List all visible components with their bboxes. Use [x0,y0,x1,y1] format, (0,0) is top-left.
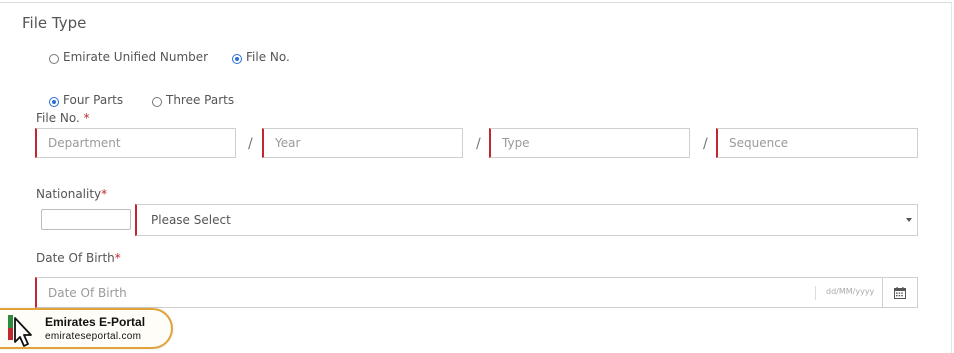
radio-button[interactable] [49,54,59,64]
required-mark: * [83,111,90,125]
watermark-title: Emirates E-Portal [45,315,146,329]
radio-file-no[interactable]: File No. [232,50,290,64]
type-input[interactable]: Type [489,128,690,158]
watermark-subtitle: emirateseportal.com [45,331,142,342]
radio-emirate-unified-number[interactable]: Emirate Unified Number [49,50,208,64]
separator: / [248,136,253,152]
file-no-label: File No. * [36,111,90,125]
date-format-hint: dd/MM/yyyy [826,287,875,296]
placeholder-text: Date Of Birth [48,285,127,300]
nationality-search-input[interactable] [41,209,131,230]
nationality-selected-value: Please Select [151,213,231,227]
separator: / [476,136,481,152]
placeholder-text: Year [275,136,301,150]
placeholder-text: Type [502,136,530,150]
radio-button[interactable] [49,97,59,107]
radio-three-parts[interactable]: Three Parts [152,93,234,107]
radio-label: Four Parts [63,93,124,107]
calendar-icon [894,286,906,299]
date-of-birth-input[interactable]: Date Of Birth [35,277,884,308]
separator: / [703,136,708,152]
calendar-button[interactable] [882,277,918,308]
year-input[interactable]: Year [262,128,463,158]
card-border-right [951,2,952,353]
card-border [0,2,952,3]
file-no-label-text: File No. [36,111,80,125]
radio-button[interactable] [152,97,162,107]
required-mark: * [101,187,108,201]
radio-label: Three Parts [166,93,235,107]
placeholder-text: Department [48,136,121,150]
radio-label: Emirate Unified Number [63,50,209,64]
department-input[interactable]: Department [35,128,236,158]
date-of-birth-label: Date Of Birth* [36,251,121,265]
nationality-label: Nationality* [36,187,107,201]
radio-button[interactable] [232,54,242,64]
date-of-birth-label-text: Date Of Birth [36,251,115,265]
placeholder-text: Sequence [729,136,789,150]
chevron-down-icon[interactable] [906,218,912,222]
radio-label: File No. [246,50,290,64]
watermark-badge: Emirates E-Portal emirateseportal.com [0,308,173,349]
nationality-label-text: Nationality [36,187,102,201]
section-title: File Type [22,14,87,32]
cursor-logo-icon [8,315,32,347]
required-mark: * [114,251,121,265]
nationality-select[interactable]: Please Select [135,204,918,236]
sequence-input[interactable]: Sequence [716,128,918,158]
divider [815,286,816,300]
radio-four-parts[interactable]: Four Parts [49,93,123,107]
